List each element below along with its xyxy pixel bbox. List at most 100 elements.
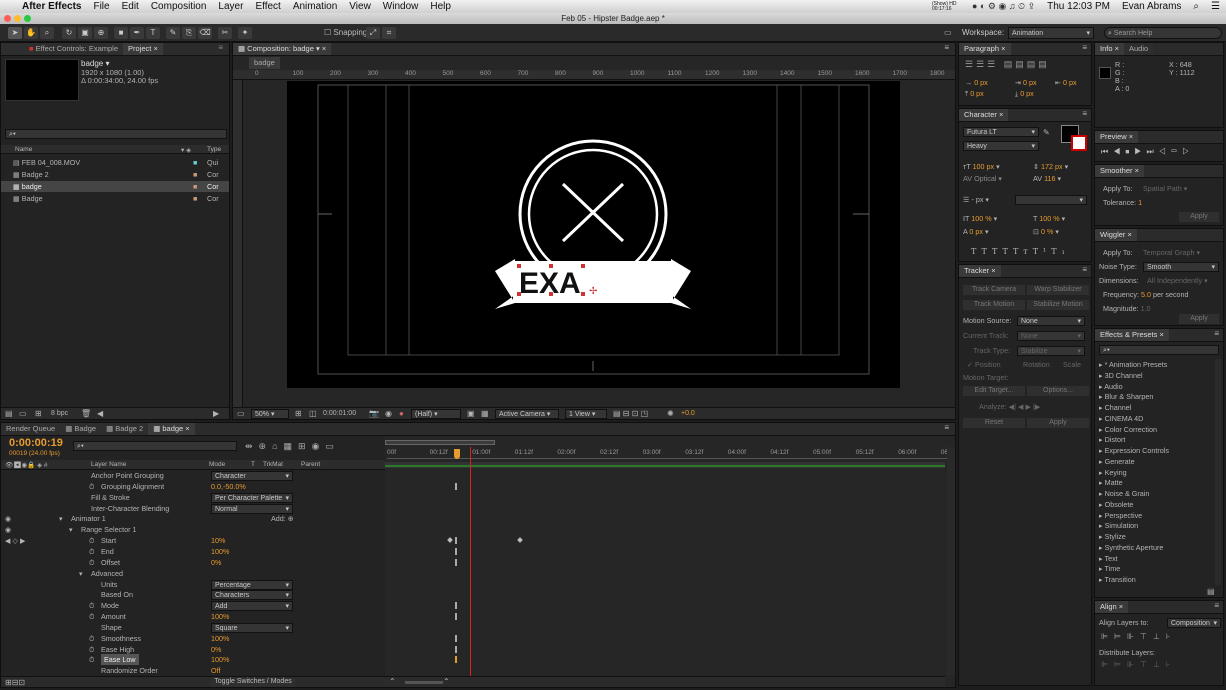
align-to-dropdown[interactable]: Composition ▾ bbox=[1167, 618, 1221, 628]
indent-first[interactable]: ⇤ 0 px bbox=[1055, 77, 1077, 88]
property-row[interactable]: ⏱ Ease Low 100% bbox=[1, 654, 385, 666]
timeline-scrollbar[interactable] bbox=[947, 447, 955, 675]
property-row[interactable]: ⏱ Amount 100% bbox=[1, 611, 385, 622]
tab-info[interactable]: Info × bbox=[1095, 43, 1124, 55]
roi-icon[interactable]: ▣ bbox=[467, 409, 475, 418]
property-dropdown[interactable]: Normal ▾ bbox=[211, 503, 293, 514]
panel-menu-icon[interactable]: ≡ bbox=[218, 43, 229, 55]
col-type[interactable]: Type bbox=[207, 146, 221, 153]
trash-icon[interactable]: 🗑 bbox=[81, 409, 91, 418]
eraser-tool-icon[interactable]: ⌫ bbox=[198, 27, 212, 39]
effect-category[interactable]: ▸ Blur & Sharpen bbox=[1099, 391, 1153, 402]
indent-right[interactable]: ⇥ 0 px bbox=[1015, 77, 1037, 88]
property-value[interactable]: 100% bbox=[211, 633, 229, 644]
brush-tool-icon[interactable]: ✎ bbox=[166, 27, 180, 39]
interpret-icon[interactable]: ▤ bbox=[5, 409, 13, 418]
list-icon[interactable]: ☰ bbox=[1211, 1, 1220, 12]
clone-tool-icon[interactable]: ⎘ bbox=[182, 27, 196, 39]
new-comp-icon[interactable]: ⊞ bbox=[35, 409, 42, 418]
property-row[interactable]: Based On Characters ▾ bbox=[1, 589, 385, 601]
property-row[interactable]: ⏱ Offset 0% bbox=[1, 557, 385, 568]
property-row[interactable]: Randomize Order Off bbox=[1, 665, 385, 676]
effects-search-input[interactable]: ⌕▾ bbox=[1099, 345, 1219, 355]
pan-behind-tool-icon[interactable]: ⊕ bbox=[94, 27, 108, 39]
expression-marker[interactable] bbox=[455, 656, 457, 664]
menu-help[interactable]: Help bbox=[430, 1, 451, 12]
property-row[interactable]: ▾ Advanced bbox=[1, 568, 385, 579]
property-value[interactable]: 100% bbox=[211, 611, 229, 622]
close-window-button[interactable] bbox=[4, 15, 11, 22]
property-row[interactable]: ⏱ Ease High 0% bbox=[1, 644, 385, 655]
wiggler-apply-button[interactable]: Apply bbox=[1179, 314, 1219, 324]
new-folder-icon[interactable]: ▭ bbox=[19, 409, 27, 418]
always-preview-icon[interactable]: ▭ bbox=[237, 409, 245, 418]
project-row[interactable]: ▦ Badge ■ Cor bbox=[1, 193, 229, 204]
vertical-scale-field[interactable]: IT 100 % ▾ bbox=[963, 213, 997, 224]
col-name[interactable]: Name bbox=[15, 146, 32, 153]
effect-category[interactable]: ▸ Synthetic Aperture bbox=[1099, 542, 1163, 553]
edit-target-button[interactable]: Edit Target... bbox=[963, 386, 1025, 396]
panel-menu-icon[interactable]: ≡ bbox=[944, 43, 955, 55]
options-button[interactable]: Options... bbox=[1027, 386, 1089, 396]
indent-left[interactable]: → 0 px bbox=[965, 77, 988, 88]
track-camera-button[interactable]: Track Camera bbox=[963, 285, 1025, 295]
zoom-out-icon[interactable]: ⌃ bbox=[389, 677, 396, 686]
property-value[interactable]: Off bbox=[211, 665, 220, 676]
mask-icon[interactable]: ◫ bbox=[309, 409, 317, 418]
warp-stabilizer-button[interactable]: Warp Stabilizer bbox=[1027, 285, 1089, 295]
effect-category[interactable]: ▸ Channel bbox=[1099, 402, 1131, 413]
pen-tool-icon[interactable]: ✒ bbox=[130, 27, 144, 39]
stopwatch-icon[interactable]: ⏱ bbox=[89, 481, 95, 492]
user-name[interactable]: Evan Abrams bbox=[1122, 1, 1181, 12]
wiggler-apply-dropdown[interactable]: Temporal Graph ▾ bbox=[1143, 247, 1200, 258]
grid-icon[interactable]: ⊞ bbox=[295, 409, 302, 418]
effect-category[interactable]: ▸ Audio bbox=[1099, 381, 1123, 392]
reset-exposure-icon[interactable]: ✺ bbox=[667, 409, 674, 418]
property-dropdown[interactable]: Characters ▾ bbox=[211, 590, 293, 601]
bit-depth[interactable]: 8 bpc bbox=[51, 410, 68, 417]
stopwatch-icon[interactable]: ⏱ bbox=[89, 557, 95, 568]
effect-category[interactable]: ▸ Time bbox=[1099, 563, 1120, 574]
tab-badge[interactable]: ▦ Badge bbox=[60, 423, 102, 435]
property-value[interactable]: 0% bbox=[211, 557, 221, 568]
snapping-checkbox[interactable]: ☐ Snapping bbox=[324, 28, 367, 37]
rectangle-tool-icon[interactable]: ■ bbox=[114, 27, 128, 39]
effect-category[interactable]: ▸ Simulation bbox=[1099, 520, 1138, 531]
effects-scrollbar[interactable] bbox=[1215, 359, 1221, 585]
eyedropper-icon[interactable]: ✎ bbox=[1043, 128, 1050, 137]
align-buttons[interactable]: ☰☰☰ ▤▤▤▤ bbox=[965, 59, 1050, 70]
track-motion-button[interactable]: Track Motion bbox=[963, 300, 1025, 310]
property-value[interactable]: 100% bbox=[211, 654, 229, 665]
app-menu[interactable]: After Effects bbox=[22, 1, 81, 12]
dimensions-dropdown[interactable]: All Independently ▾ bbox=[1147, 275, 1208, 286]
roto-tool-icon[interactable]: ✂ bbox=[218, 27, 232, 39]
stopwatch-icon[interactable]: ⏱ bbox=[89, 600, 95, 611]
camera-tool-icon[interactable]: ▣ bbox=[78, 27, 92, 39]
comp-timecode[interactable]: 0:00:01:00 bbox=[323, 410, 356, 417]
scroll-left-icon[interactable]: ◀ bbox=[97, 409, 103, 418]
twirl-icon[interactable]: ▾ bbox=[69, 524, 73, 535]
panel-menu-icon[interactable]: ≡ bbox=[1082, 109, 1091, 118]
twirl-icon[interactable]: ▾ bbox=[79, 568, 83, 579]
stopwatch-icon[interactable]: ⏱ bbox=[89, 546, 95, 557]
snap-grid-icon[interactable]: ⌗ bbox=[382, 27, 396, 39]
scale-checkbox[interactable]: Scale bbox=[1063, 359, 1081, 370]
panel-menu-icon[interactable]: ≡ bbox=[944, 423, 955, 435]
keyframe-nav-icon[interactable]: ◀ ◇ ▶ bbox=[5, 535, 26, 546]
tab-render-queue[interactable]: Render Queue bbox=[1, 423, 61, 435]
stopwatch-icon[interactable]: ⏱ bbox=[89, 644, 95, 655]
puppet-tool-icon[interactable]: ✦ bbox=[238, 27, 252, 39]
timeline-search-input[interactable]: ⌕▾ bbox=[73, 441, 237, 451]
track-type-dropdown[interactable]: Stabilize ▾ bbox=[1017, 346, 1085, 356]
effect-category[interactable]: ▸ Transition bbox=[1099, 574, 1136, 585]
tab-wiggler[interactable]: Wiggler × bbox=[1095, 229, 1137, 241]
timeline-switch-icons[interactable]: ⇹⊕⌂▦⊞◉▭ bbox=[245, 441, 340, 452]
property-dropdown[interactable]: Per Character Palette ▾ bbox=[211, 492, 293, 503]
panel-menu-icon[interactable]: ≡ bbox=[1082, 265, 1091, 274]
effect-category[interactable]: ▸ Expression Controls bbox=[1099, 445, 1169, 456]
stroke-width-field[interactable]: ☰ - px ▾ bbox=[963, 194, 989, 205]
tab-project[interactable]: Project × bbox=[123, 43, 163, 55]
hand-tool-icon[interactable]: ✋ bbox=[24, 27, 38, 39]
selection-tool-icon[interactable]: ➤ bbox=[8, 27, 22, 39]
col-trkmat[interactable]: TrkMat bbox=[263, 461, 283, 468]
